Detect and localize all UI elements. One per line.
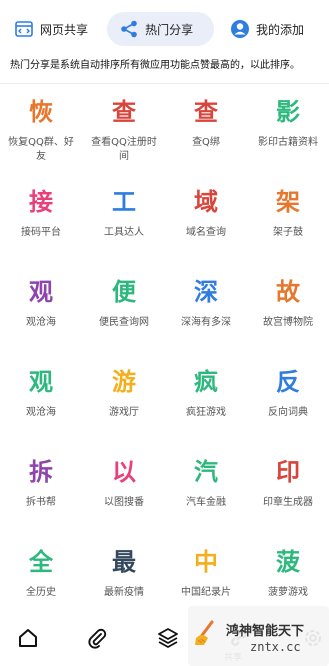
- app-label: 观沧海: [26, 407, 56, 418]
- watermark: 鸿神智能天下 zntx.cc: [188, 606, 329, 666]
- watermark-title: 鸿神智能天下: [226, 624, 305, 639]
- app-glyph: 影: [276, 98, 300, 126]
- app-item[interactable]: 工工具达人: [83, 187, 165, 240]
- app-item[interactable]: 全全历史: [0, 547, 82, 600]
- app-item[interactable]: 观观沧海: [0, 277, 82, 330]
- app-label: 疯狂游戏: [186, 407, 226, 418]
- tab-web-share-label: 网页共享: [40, 22, 89, 37]
- app-item[interactable]: 影影印古籍资料: [247, 97, 329, 150]
- app-label: 菠萝游戏: [268, 587, 308, 598]
- app-item[interactable]: 菠菠萝游戏: [247, 547, 329, 600]
- app-item[interactable]: 观观沧海: [0, 367, 82, 420]
- app-label: 便民查询网: [99, 317, 149, 328]
- user-circle-icon: [230, 19, 250, 39]
- watermark-domain: zntx.cc: [250, 640, 301, 654]
- app-item[interactable]: 印印章生成器: [247, 457, 329, 510]
- app-glyph: 查: [194, 98, 218, 126]
- app-label: 以图搜番: [104, 497, 144, 508]
- app-item[interactable]: 拆拆书帮: [0, 457, 82, 510]
- top-tab-bar: 网页共享 热门分享 我的添加: [0, 0, 329, 58]
- app-label: 拆书帮: [26, 497, 56, 508]
- app-glyph: 查: [112, 98, 136, 126]
- app-item[interactable]: 接接码平台: [0, 187, 82, 240]
- tab-web-share[interactable]: 网页共享: [6, 12, 101, 46]
- code-window-icon: [14, 19, 34, 39]
- app-item[interactable]: 域域名查询: [165, 187, 247, 240]
- app-label: 查看QQ注册时间: [91, 137, 157, 162]
- share-icon: [119, 19, 139, 39]
- app-glyph: 全: [29, 548, 53, 576]
- app-label: 最新疫情: [104, 587, 144, 598]
- app-label: 印章生成器: [263, 497, 313, 508]
- app-label: 接码平台: [21, 227, 61, 238]
- app-grid: 恢恢复QQ群、好友查查看QQ注册时间查查Q绑影影印古籍资料接接码平台工工具达人域…: [0, 84, 329, 614]
- app-item[interactable]: 查查看QQ注册时间: [83, 97, 165, 164]
- app-item[interactable]: 恢恢复QQ群、好友: [0, 97, 82, 164]
- app-label: 工具达人: [104, 227, 144, 238]
- app-item[interactable]: 便便民查询网: [83, 277, 165, 330]
- app-item[interactable]: 疯疯狂游戏: [165, 367, 247, 420]
- app-glyph: 域: [194, 188, 218, 216]
- app-label: 故宫博物院: [263, 317, 313, 328]
- app-glyph: 疯: [194, 368, 218, 396]
- app-label: 恢复QQ群、好友: [8, 137, 74, 162]
- app-item[interactable]: 反反向词典: [247, 367, 329, 420]
- app-item[interactable]: 架架子鼓: [247, 187, 329, 240]
- app-glyph: 菠: [276, 548, 300, 576]
- app-glyph: 深: [194, 278, 218, 306]
- app-label: 查Q绑: [192, 137, 220, 148]
- app-glyph: 便: [112, 278, 136, 306]
- tab-hot-share-label: 热门分享: [145, 22, 194, 37]
- layers-icon: [156, 626, 180, 654]
- app-glyph: 汽: [194, 458, 218, 486]
- app-glyph: 印: [276, 458, 300, 486]
- app-label: 域名查询: [186, 227, 226, 238]
- tab-my-added-label: 我的添加: [256, 22, 305, 37]
- app-glyph: 观: [29, 368, 53, 396]
- app-glyph: 架: [276, 188, 300, 216]
- app-glyph: 故: [276, 278, 300, 306]
- broom-logo-icon: [192, 614, 226, 648]
- app-item[interactable]: 游游戏厅: [83, 367, 165, 420]
- app-label: 反向词典: [268, 407, 308, 418]
- nav-attachments[interactable]: [72, 614, 122, 666]
- app-item[interactable]: 深深海有多深: [165, 277, 247, 330]
- nav-layers[interactable]: [143, 614, 193, 666]
- app-glyph: 最: [112, 548, 136, 576]
- app-glyph: 恢: [29, 98, 53, 126]
- app-label: 游戏厅: [109, 407, 139, 418]
- app-glyph: 接: [29, 188, 53, 216]
- app-label: 汽车金融: [186, 497, 226, 508]
- tab-my-added[interactable]: 我的添加: [220, 12, 323, 46]
- app-label: 观沧海: [26, 317, 56, 328]
- app-item[interactable]: 最最新疫情: [83, 547, 165, 600]
- app-item[interactable]: 以以图搜番: [83, 457, 165, 510]
- app-glyph: 拆: [29, 458, 53, 486]
- app-label: 深海有多深: [181, 317, 231, 328]
- app-glyph: 以: [112, 458, 136, 486]
- app-label: 架子鼓: [273, 227, 303, 238]
- app-glyph: 中: [194, 548, 218, 576]
- app-item[interactable]: 汽汽车金融: [165, 457, 247, 510]
- app-label: 中国纪录片: [181, 587, 231, 598]
- tab-hot-share[interactable]: 热门分享: [107, 12, 215, 46]
- home-icon: [17, 627, 39, 653]
- paperclip-icon: [86, 627, 108, 653]
- app-item[interactable]: 故故宫博物院: [247, 277, 329, 330]
- app-label: 影印古籍资料: [258, 137, 318, 148]
- app-glyph: 工: [112, 188, 136, 216]
- nav-home[interactable]: [3, 614, 53, 666]
- app-glyph: 游: [112, 368, 136, 396]
- app-glyph: 反: [276, 368, 300, 396]
- notice-text: 热门分享是系统自动排序所有微应用功能点赞最高的，以此排序。: [10, 60, 300, 71]
- app-label: 全历史: [26, 587, 56, 598]
- app-item[interactable]: 中中国纪录片: [165, 547, 247, 600]
- app-glyph: 观: [29, 278, 53, 306]
- app-item[interactable]: 查查Q绑: [165, 97, 247, 150]
